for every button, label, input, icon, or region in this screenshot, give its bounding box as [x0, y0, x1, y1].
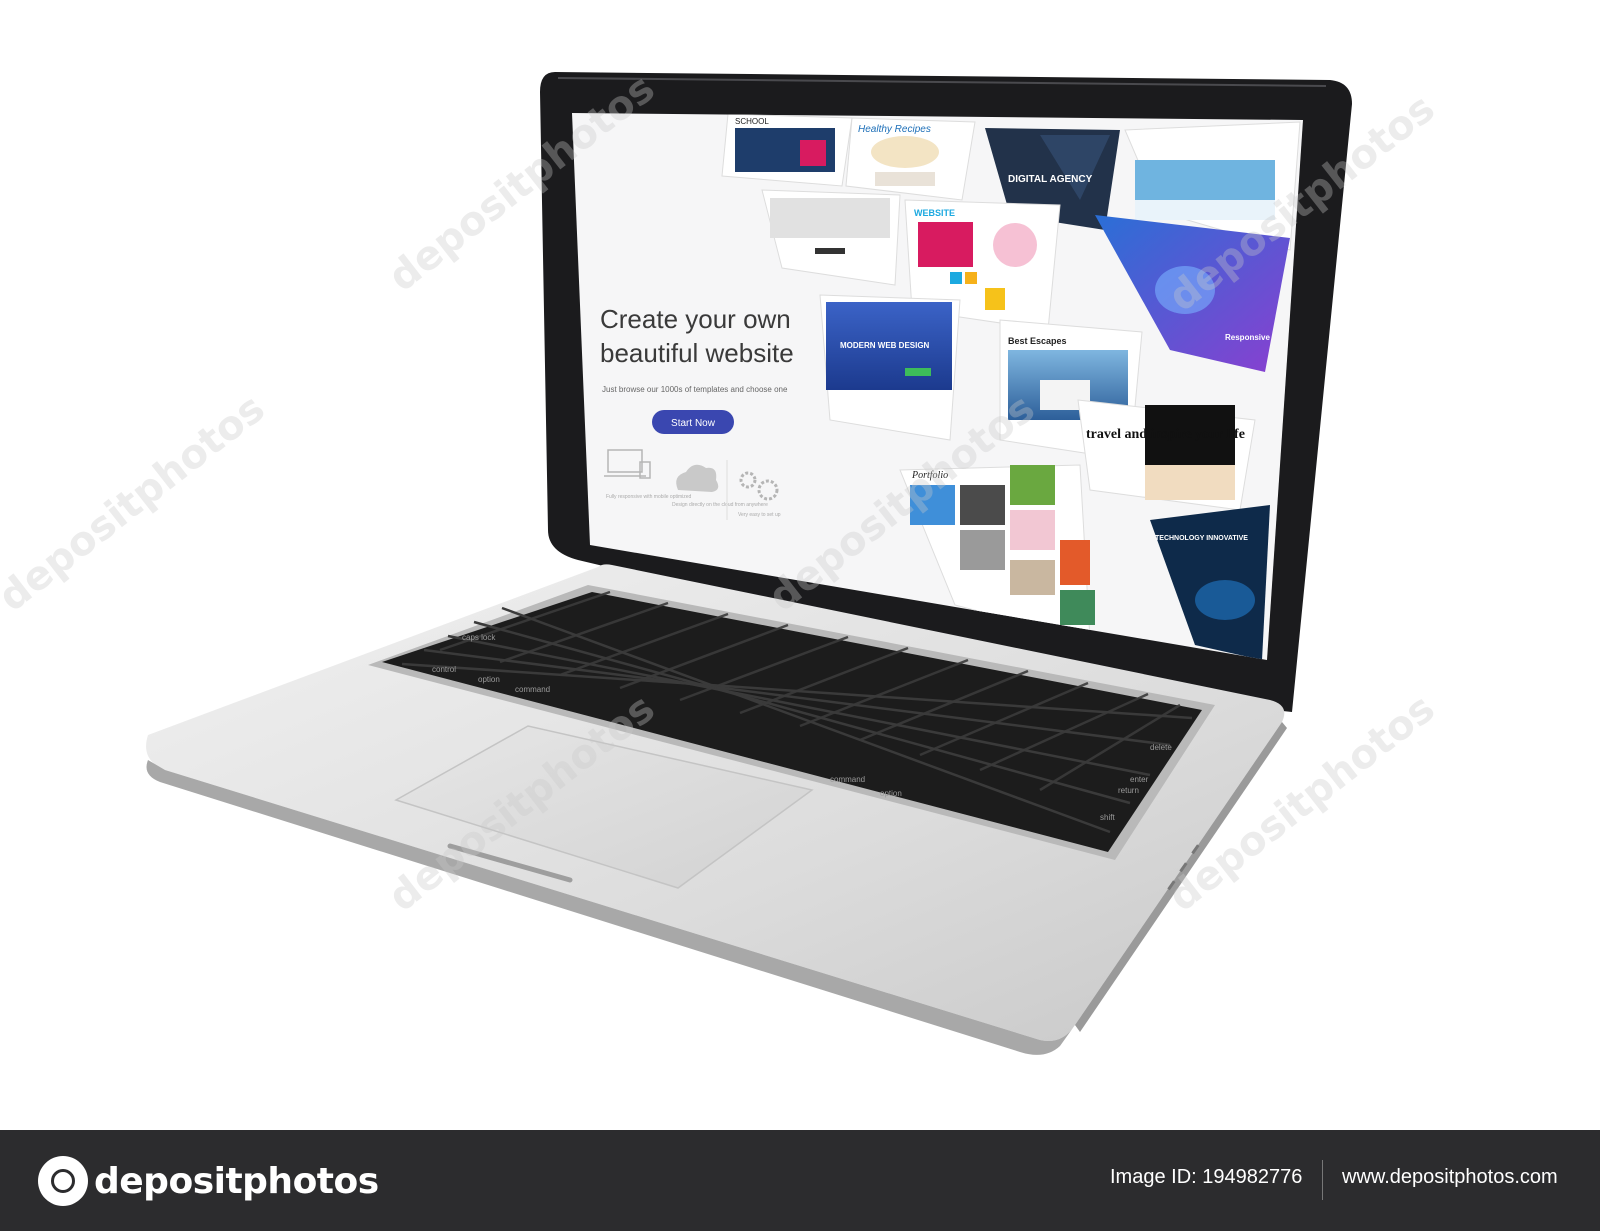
footer-divider — [1322, 1160, 1323, 1200]
key-control[interactable]: control — [432, 665, 456, 674]
key-command-right[interactable]: command — [830, 775, 865, 784]
key-enter[interactable]: enter — [1130, 775, 1149, 784]
camera-logo-icon — [38, 1156, 88, 1206]
template-tile-recipes: Healthy Recipes — [845, 117, 976, 201]
image-id: Image ID: 194982776 — [1110, 1166, 1303, 1188]
feature-responsive-text: Fully responsive with mobile optimized — [606, 494, 692, 500]
brand-name: depositphotos — [94, 1160, 379, 1202]
tile-travel-title: travel and inspire your life — [1086, 427, 1245, 442]
start-now-button[interactable]: Start Now — [652, 410, 734, 434]
tile-technology-title: TECHNOLOGY INNOVATIVE — [1155, 535, 1248, 542]
key-delete[interactable]: delete — [1150, 743, 1172, 752]
tile-portfolio-title: Portfolio — [911, 470, 948, 481]
brand[interactable]: depositphotos — [38, 1156, 379, 1206]
key-return[interactable]: return — [1118, 786, 1139, 795]
key-option-right[interactable]: option — [880, 789, 902, 798]
key-caps-lock[interactable]: caps lock — [462, 633, 496, 642]
key-shift[interactable]: shift — [1100, 813, 1115, 822]
tile-modern-title: MODERN WEB DESIGN — [840, 341, 930, 350]
tile-website-title: WEBSITE — [914, 208, 955, 218]
template-tile-modern: MODERN WEB DESIGN — [819, 294, 961, 441]
laptop-scene: SCHOOL Healthy Recipes DIGITAL AGENCY WE… — [0, 0, 1600, 1130]
key-option-left[interactable]: option — [478, 675, 500, 684]
tile-agency-title: DIGITAL AGENCY — [1008, 174, 1093, 185]
feature-cloud-text: Design directly on the cloud from anywhe… — [672, 502, 768, 508]
tile-school-title: SCHOOL — [735, 117, 769, 126]
key-command-left[interactable]: command — [515, 685, 550, 694]
footer-bar: depositphotos Image ID: 194982776 www.de… — [0, 1130, 1600, 1231]
site-url[interactable]: www.depositphotos.com — [1342, 1166, 1558, 1189]
screen-subtitle: Just browse our 1000s of templates and c… — [602, 385, 788, 394]
start-now-label: Start Now — [671, 418, 716, 429]
template-tile-school: SCHOOL — [721, 113, 853, 187]
screen-headline-line2: beautiful website — [600, 338, 794, 368]
tile-escapes-title: Best Escapes — [1008, 336, 1067, 346]
feature-setup-text: Very easy to set up — [738, 512, 781, 518]
tile-responsive-label: Responsive — [1225, 333, 1270, 342]
screen-headline-line1: Create your own — [600, 304, 791, 334]
tile-recipes-title: Healthy Recipes — [858, 124, 931, 135]
